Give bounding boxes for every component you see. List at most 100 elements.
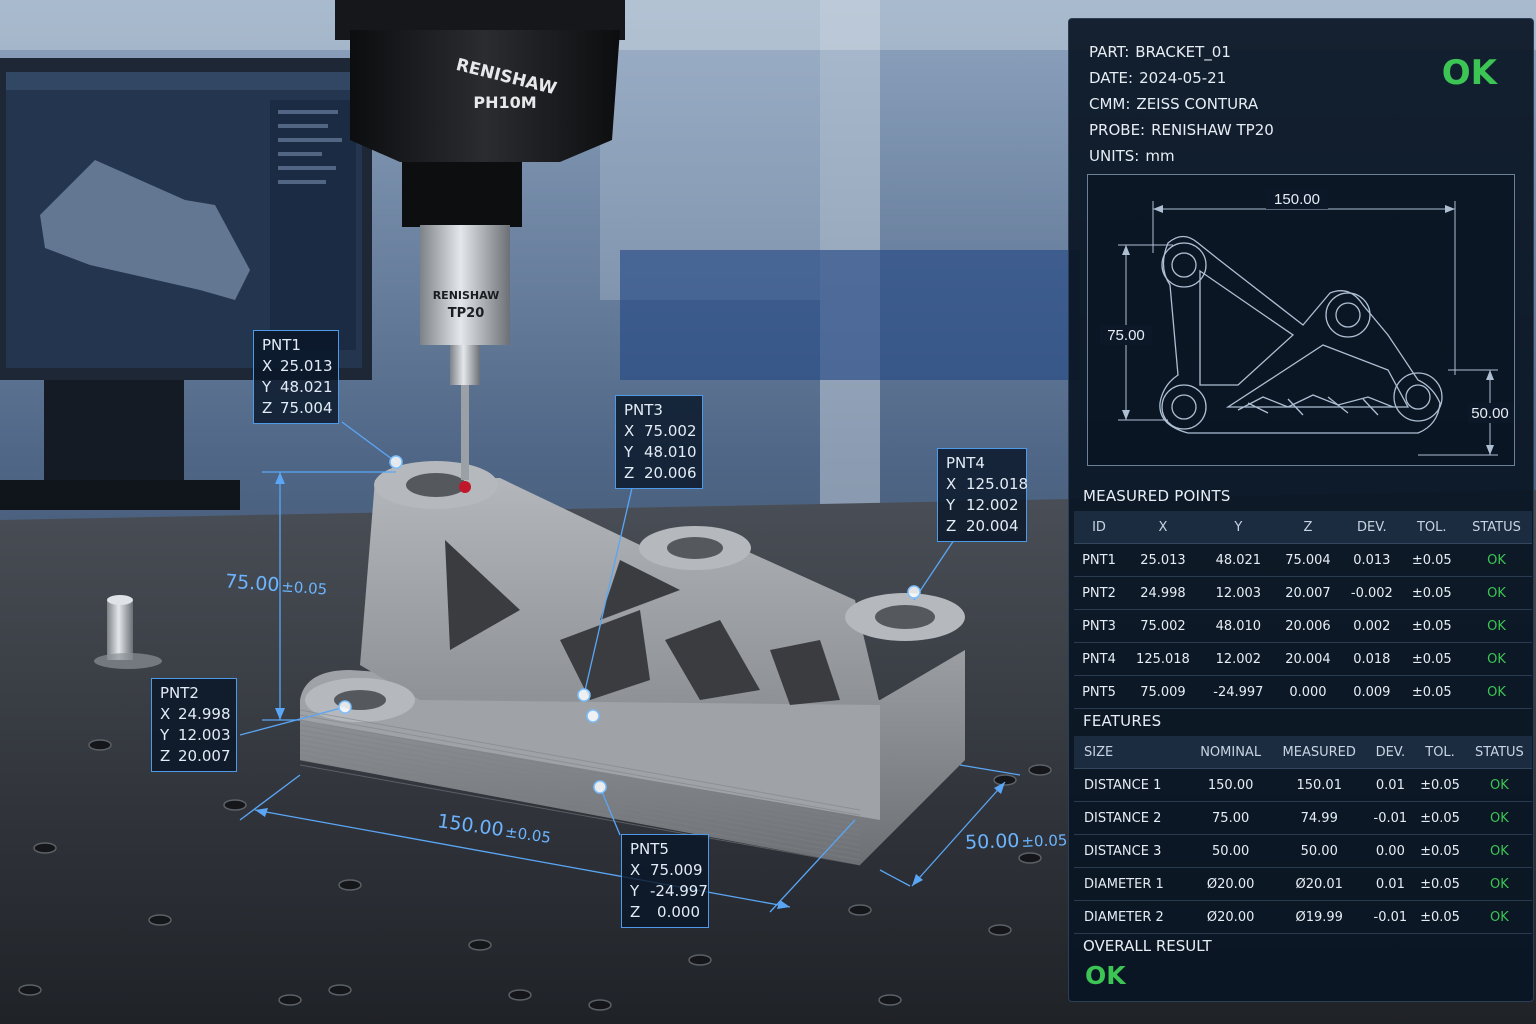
callout-z: 20.006 — [644, 464, 697, 482]
meta-label: DATE: — [1089, 69, 1134, 87]
table-cell: 0.00 — [1367, 834, 1414, 868]
callout-z: 20.004 — [966, 517, 1019, 535]
table-cell: PNT2 — [1074, 576, 1124, 610]
meta-label: UNITS: — [1089, 147, 1140, 165]
meta-label: PROBE: — [1089, 121, 1146, 139]
table-cell: 75.009 — [1123, 675, 1202, 709]
width-dimension-label: 50.00±0.05 — [965, 828, 1068, 854]
meta-value: BRACKET_01 — [1135, 43, 1231, 61]
table-hole — [33, 842, 57, 854]
col-header: SIZE — [1074, 736, 1191, 769]
table-row: DISTANCE 3 50.00 50.00 0.00 ±0.05 OK — [1074, 834, 1532, 868]
status-cell: OK — [1466, 834, 1532, 868]
table-cell: 75.00 — [1190, 801, 1271, 835]
status-cell: OK — [1460, 642, 1532, 676]
table-cell: 50.00 — [1190, 834, 1271, 868]
col-header: Z — [1274, 511, 1342, 544]
features-title: FEATURES — [1083, 712, 1162, 730]
col-header: MEASURED — [1270, 736, 1368, 769]
table-row: DISTANCE 1 150.00 150.01 0.01 ±0.05 OK — [1074, 768, 1532, 802]
meta-probe: PROBE: RENISHAW TP20 — [1089, 117, 1274, 143]
drawing-dim-top: 150.00 — [1274, 191, 1320, 208]
table-cell: PNT5 — [1074, 675, 1124, 709]
table-cell: 150.01 — [1270, 768, 1368, 802]
status-cell: OK — [1460, 576, 1532, 610]
table-cell: Ø20.00 — [1190, 867, 1271, 901]
table-cell: Ø20.01 — [1270, 867, 1368, 901]
table-header-row: SIZE NOMINAL MEASURED DEV. TOL. STATUS — [1074, 736, 1532, 769]
col-header: STATUS — [1460, 511, 1532, 544]
table-cell: 0.013 — [1341, 543, 1403, 577]
axis-y-label: Y — [624, 443, 634, 461]
table-cell: ±0.05 — [1413, 768, 1467, 802]
table-hole — [988, 924, 1012, 936]
callout-z: 0.000 — [657, 903, 700, 921]
col-header: Y — [1201, 511, 1275, 544]
table-cell: PNT1 — [1074, 543, 1124, 577]
callout-pnt2: PNT2 X 24.998 Y 12.003 Z 20.007 — [151, 678, 237, 772]
table-cell: 50.00 — [1270, 834, 1368, 868]
table-cell: 48.021 — [1201, 543, 1275, 577]
table-row: DISTANCE 2 75.00 74.99 -0.01 ±0.05 OK — [1074, 801, 1532, 835]
table-hole — [588, 999, 612, 1011]
callout-y: 48.010 — [644, 443, 697, 461]
callout-id: PNT2 — [160, 684, 199, 702]
axis-y-label: Y — [262, 378, 272, 396]
table-cell: 0.000 — [1274, 675, 1342, 709]
measured-points-table: ID X Y Z DEV. TOL. STATUS PNT1 25.013 48.0… — [1074, 511, 1532, 709]
table-cell: 48.010 — [1201, 609, 1275, 643]
callout-pnt4: PNT4 X 125.018 Y 12.002 Z 20.004 — [937, 448, 1028, 542]
table-cell: 20.006 — [1274, 609, 1342, 643]
meta-cmm: CMM: ZEISS CONTURA — [1089, 91, 1274, 117]
callout-y: -24.997 — [650, 882, 708, 900]
axis-x-label: X — [624, 422, 635, 440]
dim-tolerance: ±0.05 — [1021, 831, 1068, 851]
table-cell: ±0.05 — [1413, 834, 1467, 868]
table-cell: -24.997 — [1201, 675, 1275, 709]
col-header: ID — [1074, 511, 1124, 544]
status-cell: OK — [1466, 801, 1532, 835]
meta-value: ZEISS CONTURA — [1136, 95, 1259, 113]
meta-units: UNITS: mm — [1089, 143, 1274, 169]
status-cell: OK — [1460, 543, 1532, 577]
col-header: DEV. — [1367, 736, 1414, 769]
dim-tolerance: ±0.05 — [280, 577, 328, 599]
callout-pnt1: PNT1 X 25.013 Y 48.021 Z 75.004 — [253, 330, 339, 424]
table-cell: 75.002 — [1123, 609, 1202, 643]
table-row: DIAMETER 1 Ø20.00 Ø20.01 0.01 ±0.05 OK — [1074, 867, 1532, 901]
measured-points-title: MEASURED POINTS — [1083, 487, 1231, 505]
report-metadata: PART: BRACKET_01 DATE: 2024-05-21 CMM: ZEIS… — [1089, 39, 1274, 169]
axis-x-label: X — [630, 861, 641, 879]
table-hole — [278, 994, 302, 1006]
callout-z: 75.004 — [280, 399, 333, 417]
meta-date: DATE: 2024-05-21 — [1089, 65, 1274, 91]
table-cell: 24.998 — [1123, 576, 1202, 610]
col-header: STATUS — [1466, 736, 1532, 769]
overall-result-value: OK — [1085, 961, 1126, 990]
table-cell: 0.01 — [1367, 867, 1414, 901]
table-cell: -0.002 — [1341, 576, 1403, 610]
table-cell: Ø20.00 — [1190, 900, 1271, 934]
table-cell: 0.01 — [1367, 768, 1414, 802]
features-table: SIZE NOMINAL MEASURED DEV. TOL. STATUS D… — [1074, 736, 1532, 934]
table-hole — [148, 914, 172, 926]
table-hole — [848, 904, 872, 916]
table-hole — [338, 879, 362, 891]
drawing-dim-left: 75.00 — [1107, 327, 1145, 344]
table-hole — [993, 774, 1017, 786]
callout-y: 12.002 — [966, 496, 1019, 514]
status-badge: OK — [1441, 53, 1497, 93]
table-cell: Ø19.99 — [1270, 900, 1368, 934]
table-cell: 125.018 — [1123, 642, 1202, 676]
axis-z-label: Z — [160, 747, 171, 765]
table-cell: 20.004 — [1274, 642, 1342, 676]
table-row: DIAMETER 2 Ø20.00 Ø19.99 -0.01 ±0.05 OK — [1074, 900, 1532, 934]
callout-x: 25.013 — [280, 357, 333, 375]
table-cell: PNT3 — [1074, 609, 1124, 643]
probe-body-brand: RENISHAW — [433, 289, 500, 302]
callout-pnt3: PNT3 X 75.002 Y 48.010 Z 20.006 — [615, 395, 703, 489]
status-cell: OK — [1466, 867, 1532, 901]
probe-body-model: TP20 — [448, 306, 485, 321]
callout-id: PNT5 — [630, 840, 669, 858]
meta-part: PART: BRACKET_01 — [1089, 39, 1274, 65]
